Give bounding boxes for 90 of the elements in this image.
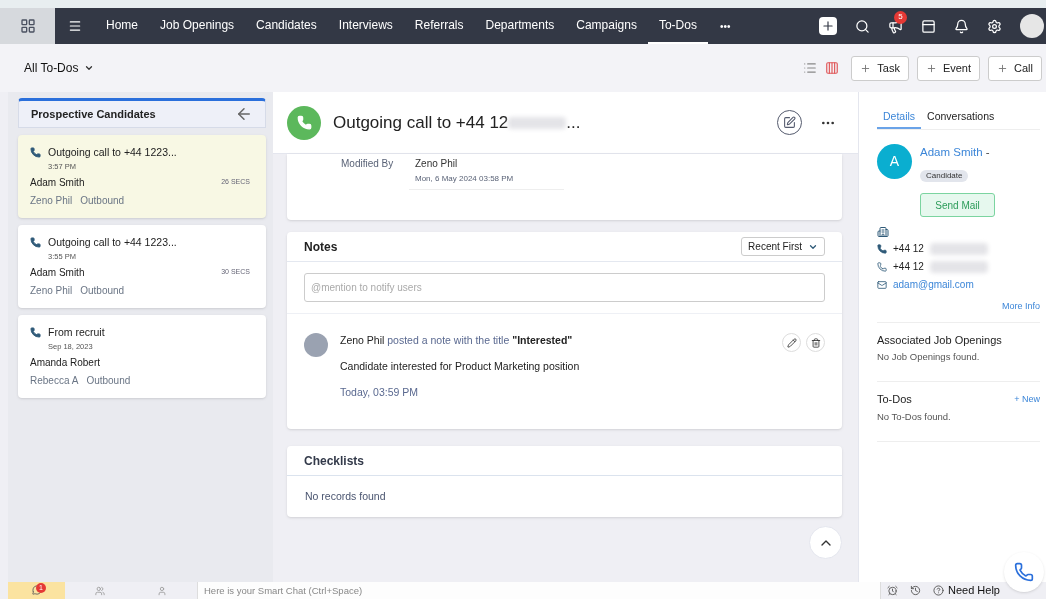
- plus-icon: [821, 19, 835, 33]
- call-direction: Outbound: [86, 374, 131, 388]
- nav-tab[interactable]: Candidates: [245, 8, 328, 44]
- search-icon[interactable]: [855, 18, 870, 34]
- view-dropdown[interactable]: All To-Dos: [24, 59, 95, 77]
- telephone-icon: [877, 243, 887, 254]
- empty-message: No records found: [305, 488, 386, 504]
- owner-name: Zeno Phil: [30, 284, 73, 298]
- redacted-number: [929, 242, 988, 255]
- call-title: From recruit: [48, 325, 105, 340]
- section-title: Checklists: [304, 452, 365, 470]
- nav-tab[interactable]: Departments: [474, 8, 566, 44]
- add-button[interactable]: [819, 17, 837, 35]
- call-title: Outgoing call to +44 1223...: [48, 235, 177, 250]
- smart-chat-field[interactable]: Here is your Smart Chat (Ctrl+Space): [197, 582, 881, 599]
- section-heading: To-Dos: [877, 392, 912, 408]
- contact-name-link[interactable]: Adam Smith: [920, 143, 983, 161]
- owner-name: Zeno Phil: [30, 194, 73, 208]
- calendar-icon[interactable]: [921, 18, 936, 34]
- app-grid-button[interactable]: [0, 8, 55, 44]
- call-heading: Outgoing call to +44 12 ...: [333, 111, 581, 134]
- settings-icon[interactable]: [987, 18, 1002, 34]
- nav-tab[interactable]: Referrals: [403, 8, 475, 44]
- notifications-icon[interactable]: [954, 18, 969, 34]
- phone-icon: [877, 261, 887, 272]
- separator: -: [985, 144, 990, 160]
- avatar[interactable]: [1020, 14, 1044, 38]
- plus-icon: [997, 62, 1009, 74]
- field-label: Modified By: [341, 157, 395, 171]
- author-photo-placeholder: [304, 333, 328, 357]
- notification-count: 5: [894, 10, 907, 24]
- redacted-number: [508, 116, 567, 129]
- phone-icon: [296, 115, 312, 130]
- note-time: Today, 03:59 PM: [340, 384, 420, 400]
- caret-icon: [84, 63, 95, 73]
- sort-dropdown[interactable]: Recent First: [741, 237, 825, 256]
- empty-message: No Job Openings found.: [877, 350, 981, 364]
- email-link[interactable]: adam@gmail.com: [893, 277, 974, 292]
- add-button[interactable]: Event: [916, 55, 981, 81]
- more-tabs[interactable]: •••: [707, 18, 743, 34]
- modified-date: Mon, 6 May 2024 03:58 PM: [415, 173, 515, 185]
- kanban-view-icon[interactable]: [825, 61, 840, 75]
- new-link[interactable]: + New: [1014, 392, 1040, 407]
- contact-name: Adam Smith: [30, 176, 85, 190]
- phone-icon: [30, 147, 41, 159]
- plus-icon: [925, 62, 937, 74]
- section-title: Notes: [304, 238, 338, 256]
- need-help-button[interactable]: Need Help: [927, 582, 1006, 599]
- detail-tab[interactable]: Conversations: [921, 109, 1001, 129]
- phone-widget-button[interactable]: [1004, 552, 1044, 592]
- call-direction: Outbound: [80, 194, 125, 208]
- call-title: Outgoing call to +44 1223...: [48, 145, 177, 160]
- pencil-icon: [786, 337, 797, 348]
- phone-icon: [30, 237, 41, 249]
- nav-tab[interactable]: Campaigns: [565, 8, 648, 44]
- contact-name: Adam Smith: [30, 266, 85, 280]
- mobile-number: +44 12: [893, 260, 924, 274]
- panel-title: Prospective Candidates: [31, 106, 156, 122]
- empty-message: No To-Dos found.: [877, 409, 952, 424]
- phone-icon: [30, 327, 41, 339]
- phone-icon: [1014, 562, 1034, 582]
- contact-avatar: A: [877, 143, 912, 179]
- note-body: Candidate interested for Product Marketing position: [340, 358, 581, 374]
- plus-icon: [860, 62, 872, 74]
- add-button[interactable]: Task: [851, 55, 909, 81]
- help-icon: [933, 585, 944, 596]
- reminder-icon[interactable]: [887, 585, 898, 596]
- redacted-number: [929, 260, 988, 273]
- history-icon[interactable]: [910, 585, 921, 596]
- add-button[interactable]: Call: [988, 55, 1042, 81]
- grid-icon: [19, 18, 36, 34]
- more-info-link[interactable]: More Info: [1001, 300, 1040, 314]
- nav-tab[interactable]: Home: [95, 8, 149, 44]
- note-input-field[interactable]: @mention to notify users: [304, 273, 825, 302]
- edit-icon: [783, 116, 796, 129]
- trash-icon: [810, 337, 821, 348]
- contact-name: Amanda Robert: [30, 356, 101, 370]
- phone-number: +44 12: [893, 242, 924, 256]
- call-direction: Outbound: [80, 284, 125, 298]
- detail-tab[interactable]: Details: [877, 109, 922, 129]
- nav-tab[interactable]: Interviews: [327, 8, 404, 44]
- modifier-name: Zeno Phil: [415, 157, 459, 171]
- mail-icon: [877, 279, 887, 290]
- nav-tab[interactable]: Job Openings: [149, 8, 246, 44]
- section-heading: Associated Job Openings: [877, 332, 1002, 348]
- role-tag: Candidate: [920, 170, 969, 182]
- building-icon: [877, 226, 889, 238]
- note-summary: Zeno Phil posted a note with the title "Interested": [340, 333, 574, 348]
- owner-name: Rebecca A: [30, 374, 79, 388]
- menu-icon[interactable]: [68, 19, 82, 33]
